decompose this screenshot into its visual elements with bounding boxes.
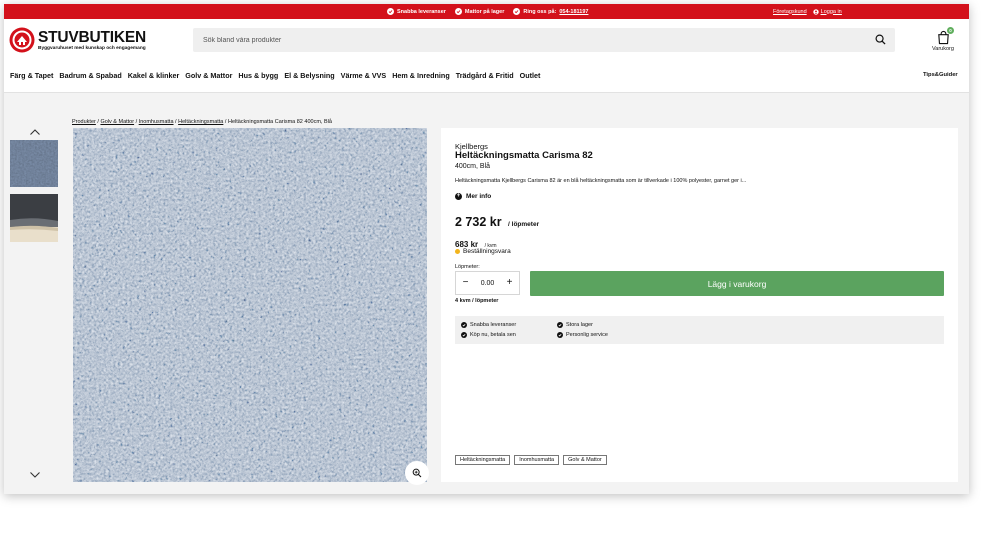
checkmark-icon xyxy=(557,322,563,328)
more-info-label: Mer info xyxy=(466,193,492,200)
breadcrumb-link[interactable]: Golv & Mattor xyxy=(100,119,134,125)
checkmark-icon xyxy=(461,332,467,338)
product-description: Heltäckningsmatta Kjellbergs Carisma 82 … xyxy=(455,178,747,184)
thumbnail-carpet-closeup[interactable] xyxy=(10,140,58,187)
user-icon xyxy=(812,8,819,15)
brand-tagline: Byggvaruhuset med kunskap och engagemang xyxy=(38,45,146,51)
company-account-link[interactable]: Företagskund xyxy=(773,9,807,15)
stock-status: Beställningsvara xyxy=(455,248,511,255)
search-icon[interactable] xyxy=(875,34,886,45)
product-usp-item: Köp nu, betala sen xyxy=(461,332,516,338)
nav-item-tradgard-fritid[interactable]: Trädgård & Fritid xyxy=(456,71,514,80)
site-logo[interactable]: STUVBUTIKEN Byggvaruhuset med kunskap oc… xyxy=(9,26,159,54)
brand-name: STUVBUTIKEN xyxy=(38,28,147,46)
breadcrumb-link[interactable]: Inomhusmatta xyxy=(139,119,174,125)
top-usp-label: Snabba leveranser xyxy=(397,8,446,15)
tag-inomhusmatta[interactable]: Inomhusmatta xyxy=(514,455,560,465)
top-announcement-bar: Snabba leveranser Mattor på lager Ring o… xyxy=(4,4,969,19)
search-input[interactable] xyxy=(193,30,853,50)
tips-guides-link[interactable]: Tips&Guider xyxy=(923,72,958,78)
logo-badge-icon xyxy=(9,27,35,53)
search-bar xyxy=(193,28,895,52)
add-to-cart-button[interactable]: Lägg i varukorg xyxy=(530,271,944,296)
top-usp-label: Ring oss på: xyxy=(523,8,557,15)
product-tags: Heltäckningsmatta Inomhusmatta Golv & Ma… xyxy=(455,455,607,465)
nav-item-hus-bygg[interactable]: Hus & bygg xyxy=(238,71,278,80)
top-usp-item: Snabba leveranser xyxy=(387,8,446,15)
product-usp-item: Snabba leveranser xyxy=(461,322,516,328)
breadcrumb: Produkter / Golv & Mattor / Inomhusmatta… xyxy=(72,119,332,125)
product-usp-label: Köp nu, betala sen xyxy=(470,332,516,338)
nav-item-el-belysning[interactable]: El & Belysning xyxy=(284,71,334,80)
product-usp-label: Personlig service xyxy=(566,332,608,338)
nav-item-badrum-spabad[interactable]: Badrum & Spabad xyxy=(59,71,121,80)
breadcrumb-link[interactable]: Produkter xyxy=(72,119,96,125)
product-usp-box: Snabba leveranser Köp nu, betala sen Sto… xyxy=(455,316,944,344)
top-usp-item: Ring oss på: 054-181197 xyxy=(513,8,588,15)
product-usp-item: Personlig service xyxy=(557,332,608,338)
phone-link[interactable]: 054-181197 xyxy=(559,9,588,15)
product-title: Heltäckningsmatta Carisma 82 xyxy=(455,150,593,161)
breadcrumb-current: Heltäckningsmatta Carisma 82 400cm, Blå xyxy=(227,119,332,125)
breadcrumb-link[interactable]: Heltäckningsmatta xyxy=(178,119,223,125)
stock-status-label: Beställningsvara xyxy=(463,248,511,255)
main-nav: Färg & Tapet Badrum & Spabad Kakel & kli… xyxy=(10,69,540,81)
nav-item-farg-tapet[interactable]: Färg & Tapet xyxy=(10,71,53,80)
product-usp-item: Stora lager xyxy=(557,322,593,328)
plus-icon: + xyxy=(455,193,462,200)
checkmark-icon xyxy=(387,8,394,15)
cart-label: Varukorg xyxy=(932,46,954,52)
tag-heltackningsmatta[interactable]: Heltäckningsmatta xyxy=(455,455,511,465)
chevron-down-icon[interactable] xyxy=(29,471,41,479)
quantity-label: Löpmeter: xyxy=(455,264,480,270)
chevron-up-icon[interactable] xyxy=(29,128,41,136)
checkmark-icon xyxy=(513,8,521,15)
price-unit: / löpmeter xyxy=(508,221,540,228)
top-usp-list: Snabba leveranser Mattor på lager Ring o… xyxy=(387,4,588,19)
quantity-stepper: − 0.00 + xyxy=(455,271,520,295)
top-usp-item: Mattor på lager xyxy=(454,8,505,15)
thumbnail-carpet-roll[interactable] xyxy=(10,194,58,242)
nav-item-kakel-klinker[interactable]: Kakel & klinker xyxy=(128,71,180,80)
per-meter-note: 4 kvm / löpmeter xyxy=(455,298,499,304)
main-product-image[interactable] xyxy=(73,128,427,482)
zoom-in-icon xyxy=(412,468,422,478)
quantity-value[interactable]: 0.00 xyxy=(481,280,495,287)
cart-button[interactable]: 0 Varukorg xyxy=(928,27,958,58)
nav-item-varme-vvs[interactable]: Värme & VVS xyxy=(341,71,387,80)
cart-count-badge: 0 xyxy=(947,27,954,34)
product-usp-label: Snabba leveranser xyxy=(470,322,517,328)
checkmark-icon xyxy=(454,8,462,15)
price-per-meter: 2 732 kr / löpmeter xyxy=(455,213,539,231)
top-usp-label: Mattor på lager xyxy=(464,8,505,15)
increase-quantity-button[interactable]: + xyxy=(505,278,514,288)
decrease-quantity-button[interactable]: − xyxy=(461,278,470,288)
more-info-button[interactable]: + Mer info xyxy=(455,193,491,200)
stock-status-dot-icon xyxy=(455,249,460,254)
product-variant: 400cm, Blå xyxy=(455,163,491,170)
tag-golv-mattor[interactable]: Golv & Mattor xyxy=(563,455,607,465)
price-value: 2 732 kr xyxy=(455,215,502,229)
nav-item-hem-inredning[interactable]: Hem & Inredning xyxy=(392,71,450,80)
nav-item-outlet[interactable]: Outlet xyxy=(520,71,541,80)
checkmark-icon xyxy=(461,322,467,328)
carpet-texture-image xyxy=(73,128,427,482)
carpet-roll-thumbnail xyxy=(10,194,58,242)
nav-item-golv-mattor[interactable]: Golv & Mattor xyxy=(185,71,232,80)
top-links: Företagskund Logga in xyxy=(773,4,842,19)
product-usp-label: Stora lager xyxy=(566,322,593,328)
zoom-button[interactable] xyxy=(405,461,429,485)
checkmark-icon xyxy=(557,332,563,338)
browser-window: Snabba leveranser Mattor på lager Ring o… xyxy=(4,4,969,494)
login-link[interactable]: Logga in xyxy=(812,8,842,15)
login-label: Logga in xyxy=(820,8,842,15)
carpet-texture-thumbnail xyxy=(10,140,58,187)
